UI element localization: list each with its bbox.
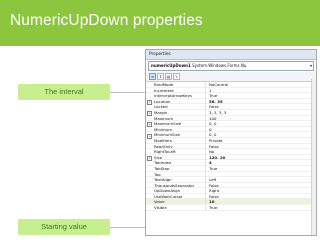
callout-starting-value: Starting value (18, 219, 110, 235)
object-selector[interactable]: numericUpDown1 System.Windows.Forms.Nu ▾ (148, 61, 314, 71)
properties-window-title: Properties (146, 50, 316, 60)
properties-icon[interactable]: ▤ (165, 73, 172, 80)
scrollbar[interactable] (311, 79, 316, 235)
property-grid: BindMode NoControl Increment 1 InterceptArro… (146, 82, 316, 211)
alphabetical-icon[interactable]: ↕ (157, 73, 164, 80)
page-title: NumericUpDown properties (10, 12, 203, 29)
chevron-down-icon[interactable]: ▾ (310, 62, 312, 70)
object-type: System.Windows.Forms.Nu (192, 63, 247, 68)
property-name: Visible (146, 205, 206, 211)
properties-toolbar: ≡ ↕ ▤ ϟ (146, 72, 316, 82)
object-name: numericUpDown1 (151, 63, 191, 68)
properties-window: Properties numericUpDown1 System.Windows… (145, 49, 317, 236)
property-row[interactable]: Visible True (146, 205, 316, 211)
title-banner: NumericUpDown properties (0, 0, 320, 46)
categorized-icon[interactable]: ≡ (149, 73, 156, 80)
callout-interval: The interval (18, 84, 110, 100)
property-value[interactable]: True (206, 205, 316, 211)
events-icon[interactable]: ϟ (173, 73, 180, 80)
